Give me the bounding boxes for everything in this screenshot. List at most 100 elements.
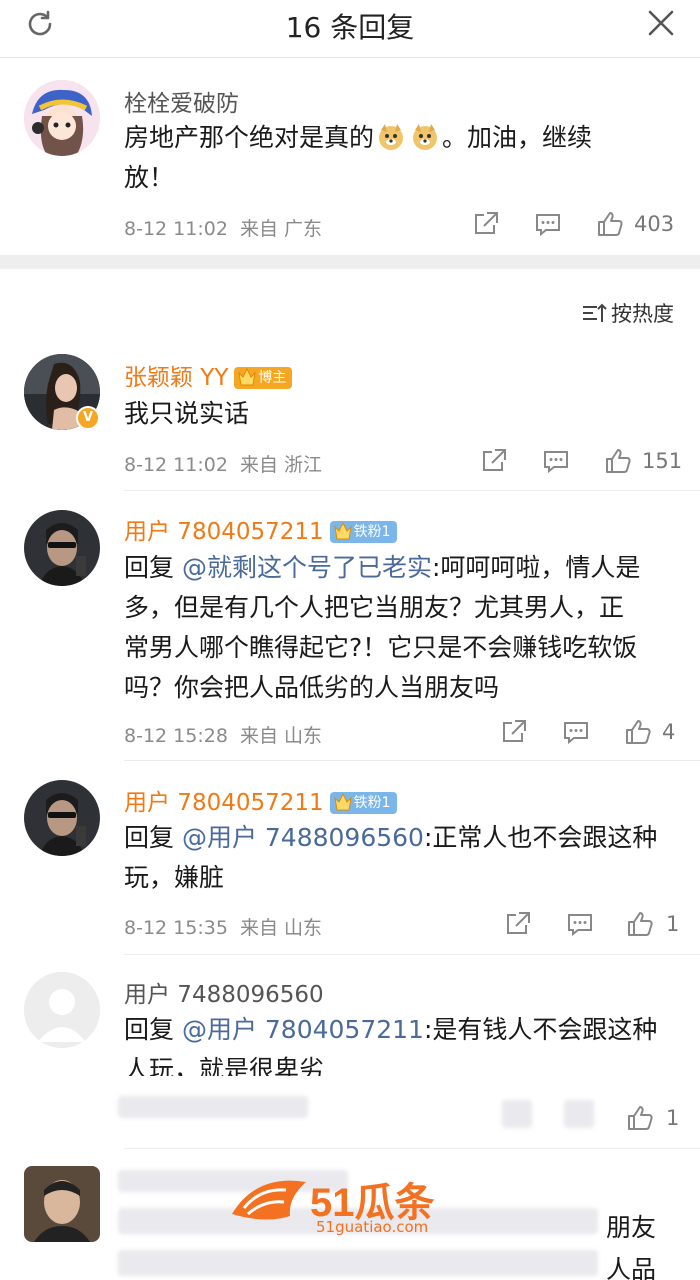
reply-divider [124, 490, 700, 491]
comment-source: 来自 广东 [240, 218, 323, 240]
like-icon[interactable] [626, 1104, 654, 1132]
default-avatar-icon [24, 972, 100, 1048]
comment-text-part: 。加油，继续 [442, 123, 593, 152]
avatar[interactable] [24, 1166, 100, 1242]
comment-text: 回复 @就剩这个号了已老实:呵呵呵啦，情人是 多，但是有几个人把它当朋友？尤其男… [124, 548, 684, 708]
badge-label: 铁粉1 [353, 795, 391, 811]
badge-label: 博主 [258, 370, 287, 386]
fan-badge: 铁粉1 [329, 521, 397, 543]
comment-text-part: 多，但是有几个人把它当朋友？尤其男人，正 [124, 593, 625, 622]
comment-actions: 1 [502, 910, 692, 942]
avatar-photo [24, 1166, 100, 1242]
comment-text-part: 吗？你会把人品低劣的人当朋友吗 [124, 673, 500, 702]
comment-actions: 4 [498, 718, 688, 750]
comment-text-part: 房地产那个绝对是真的 [124, 123, 375, 152]
like-icon[interactable] [604, 447, 632, 475]
commenter-name[interactable]: 张颖颖 YY 博主 [124, 358, 293, 392]
comment-meta: 8-12 11:02 来自 广东 [124, 214, 322, 241]
comment-source: 来自 山东 [240, 917, 323, 939]
reply-divider [124, 1148, 700, 1149]
comment-icon[interactable] [534, 210, 562, 238]
comment-actions: 403 [470, 210, 680, 242]
blurred-icon [564, 1100, 594, 1128]
comment-source: 来自 山东 [240, 725, 323, 747]
reply-divider [124, 760, 700, 761]
commenter-name-text: 张颖颖 YY [124, 365, 229, 391]
dialog-header: 16 条回复 [0, 0, 700, 58]
avatar-illustration [24, 80, 100, 156]
comment-meta: 8-12 15:35 来自 山东 [124, 913, 322, 940]
comment-time: 8-12 15:35 [124, 917, 228, 939]
commenter-name[interactable]: 用户 7488096560 [124, 975, 324, 1009]
avatar[interactable] [24, 510, 100, 586]
verified-icon: V [76, 406, 100, 430]
watermark-logo: 51瓜条 51guatiao.com [226, 1168, 476, 1238]
comment-text: 回复 @用户 7804057211:是有钱人不会跟这种 人玩，就是很卑劣 [124, 1010, 684, 1076]
comment-text-part: 朋友 [606, 1213, 657, 1242]
share-icon[interactable] [472, 210, 500, 238]
comment-actions: 1 [626, 1104, 686, 1136]
fan-badge: 铁粉1 [329, 792, 397, 814]
mention-link[interactable]: @用户 7488096560 [182, 823, 424, 852]
commenter-name-text: 用户 7804057211 [124, 519, 324, 545]
root-comment: 栓栓爱破防 房地产那个绝对是真的 。加油，继续 放！ 8-12 11:02 来自 … [0, 58, 700, 258]
reply-prefix: 回复 [124, 553, 182, 582]
crown-icon [333, 521, 352, 540]
comment-time: 8-12 11:02 [124, 218, 228, 240]
commenter-name-text: 用户 7804057211 [124, 790, 324, 816]
reply-prefix: 回复 [124, 1015, 182, 1044]
like-count: 1 [666, 1106, 680, 1130]
share-icon[interactable] [504, 910, 532, 938]
like-icon[interactable] [624, 718, 652, 746]
blurred-icon [502, 1100, 532, 1128]
comment-source: 来自 浙江 [240, 454, 323, 476]
close-icon[interactable] [646, 8, 676, 38]
crown-icon [333, 792, 352, 811]
like-count: 151 [642, 449, 683, 473]
sort-button[interactable]: 按热度 [581, 298, 674, 328]
mention-link[interactable]: @就剩这个号了已老实 [182, 553, 432, 582]
mention-link[interactable]: @用户 7804057211 [182, 1015, 424, 1044]
comment-text-part: 人品 [606, 1255, 657, 1280]
like-icon[interactable] [626, 910, 654, 938]
comment-text-part: 放！ [124, 163, 175, 192]
commenter-name[interactable]: 栓栓爱破防 [124, 84, 239, 118]
like-count: 403 [634, 212, 675, 236]
reply-prefix: 回复 [124, 823, 182, 852]
comment-text-part: :是有钱人不会跟这种 [423, 1015, 658, 1044]
comment-icon[interactable] [542, 447, 570, 475]
share-icon[interactable] [480, 447, 508, 475]
comment-text: 房地产那个绝对是真的 。加油，继续 放！ [124, 118, 664, 198]
blurred-text [118, 1096, 308, 1118]
avatar[interactable] [24, 80, 100, 156]
avatar[interactable] [24, 780, 100, 856]
like-count: 4 [662, 720, 676, 744]
blurred-text [118, 1250, 598, 1276]
commenter-name[interactable]: 用户 7804057211 铁粉1 [124, 512, 397, 546]
comment-text: 回复 @用户 7488096560:正常人也不会跟这种 玩，嫌脏 [124, 818, 684, 898]
avatar-photo [24, 780, 100, 856]
watermark-url: 51guatiao.com [316, 1218, 429, 1236]
share-icon[interactable] [500, 718, 528, 746]
dialog-title: 16 条回复 [285, 11, 415, 44]
comment-text-part: 玩，嫌脏 [124, 863, 225, 892]
sort-icon [583, 303, 607, 322]
comment-icon[interactable] [562, 718, 590, 746]
like-icon[interactable] [596, 210, 624, 238]
blogger-badge: 博主 [234, 367, 293, 389]
comment-meta: 8-12 11:02 来自 浙江 [124, 450, 322, 477]
crown-icon [238, 367, 257, 386]
comment-text-part: 人玩，就是很卑劣 [124, 1055, 325, 1076]
avatar-photo [24, 510, 100, 586]
badge-label: 铁粉1 [353, 524, 391, 540]
comment-text-part: :正常人也不会跟这种 [423, 823, 658, 852]
comment-text: 我只说实话 [124, 399, 250, 428]
comment-time: 8-12 15:28 [124, 725, 228, 747]
comment-icon[interactable] [566, 910, 594, 938]
commenter-name[interactable]: 用户 7804057211 铁粉1 [124, 783, 397, 817]
doge-emoji-icon [413, 124, 438, 150]
sort-label: 按热度 [611, 302, 674, 326]
avatar-placeholder[interactable] [24, 972, 100, 1048]
comment-time: 8-12 11:02 [124, 454, 228, 476]
reply-divider [124, 954, 700, 955]
